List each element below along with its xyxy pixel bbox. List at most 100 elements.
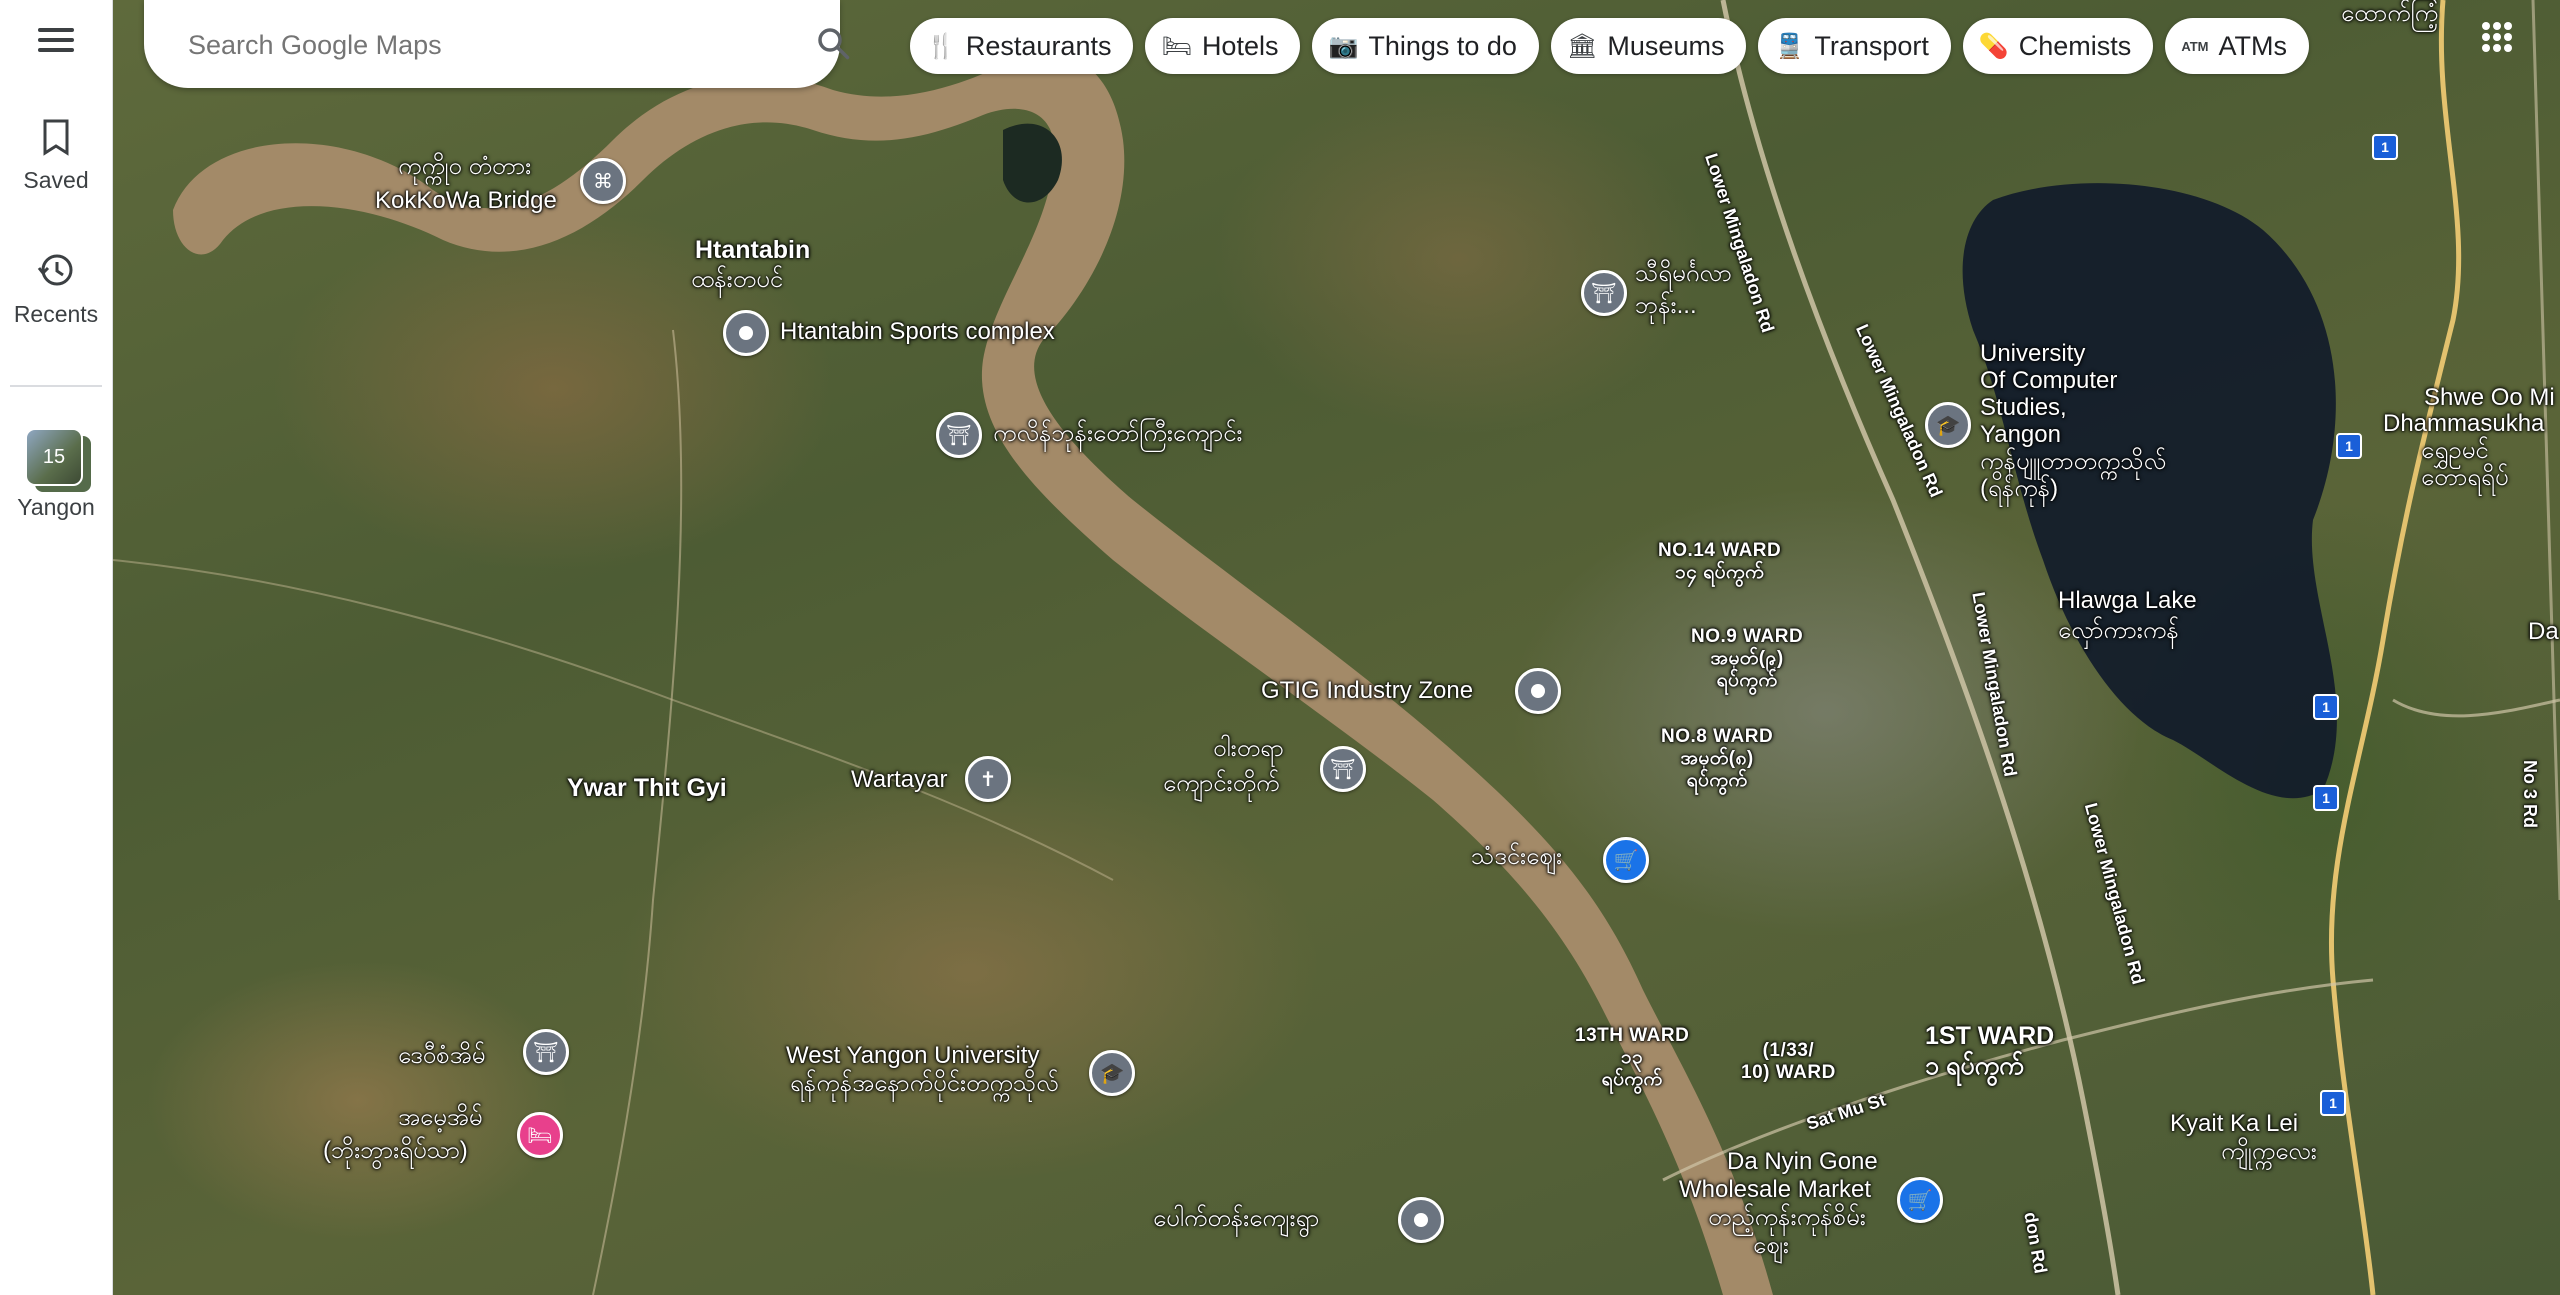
- amay-hotel-pin[interactable]: 🛏: [517, 1112, 563, 1158]
- route-shield-1: 1: [2372, 134, 2398, 160]
- search-input[interactable]: [186, 24, 750, 66]
- bridge-pin[interactable]: ⌘: [580, 158, 626, 204]
- search-icon[interactable]: [816, 26, 852, 62]
- ucsy-label-3: Studies,: [1980, 394, 2067, 421]
- amay-label-1: အမေ့အိမ်: [398, 1104, 483, 1131]
- chip-atms[interactable]: ATM ATMs: [2165, 18, 2310, 74]
- thiri-mingala-label-2: ဘုန်း...: [1635, 292, 1697, 319]
- ywar-thit-gyi-label: Ywar Thit Gyi: [567, 774, 727, 802]
- shwe-oo-min-label-1: Shwe Oo Mi: [2424, 384, 2555, 411]
- chip-label: Museums: [1607, 30, 1725, 61]
- recents-label: Recents: [13, 301, 99, 327]
- fork-knife-icon: 🍴: [926, 32, 956, 60]
- shwe-oo-min-label-2: Dhammasukha: [2383, 410, 2545, 437]
- htantabin-label-my: ထန်းတပင်: [691, 266, 784, 293]
- shopping-cart-icon: 🛒: [1613, 849, 1639, 872]
- camera-icon: 📷: [1328, 32, 1359, 60]
- kalein-monastery-pin[interactable]: ⛩: [936, 412, 982, 458]
- danyin-label-4: ဈေး: [1753, 1232, 1790, 1259]
- google-apps-icon[interactable]: [2482, 22, 2512, 52]
- ucsy-label-2: Of Computer: [1980, 367, 2118, 394]
- highway-1b: [2392, 698, 2560, 718]
- west-yangon-university-label-my: ရန်ကုန်အနောက်ပိုင်းတက္ကသိုလ်: [790, 1070, 1059, 1097]
- chip-hotels[interactable]: 🛏 Hotels: [1145, 18, 1301, 74]
- shwe-oo-min-label-my-2: တောရရိပ်: [2421, 464, 2509, 491]
- search-box: [144, 0, 952, 88]
- landmark-icon: ⛩: [1330, 758, 1356, 781]
- ward-1-33-10-label: (1/33/10) WARD: [1741, 1040, 1836, 1083]
- top-right-place-label: ထောက်ကြံ့: [2341, 0, 2439, 27]
- chip-label: ATMs: [2218, 30, 2288, 61]
- atm-icon: ATM: [2181, 38, 2209, 54]
- chip-museums[interactable]: 🏛 Museums: [1550, 18, 1747, 74]
- shwe-oo-min-label-my-1: ရွှေဥမင်: [2421, 437, 2489, 464]
- thiri-mingala-label-1: သီရိမင်္ဂလာ: [1635, 260, 1732, 287]
- shopping-cart-icon: 🛒: [1907, 1189, 1933, 1212]
- kyait-ka-lei-label-2: ကျိုက္ကလေး: [2221, 1138, 2317, 1165]
- thiri-mingala-pin[interactable]: ⛩: [1581, 270, 1627, 316]
- danyin-label-3: တည့်ကုန်းကုန်စိမ်း: [1708, 1204, 1866, 1231]
- htantabin-label: Htantabin: [695, 236, 811, 264]
- gtig-pin[interactable]: [1515, 668, 1561, 714]
- place-dot-icon: [1414, 1213, 1428, 1227]
- kokkowa-bridge-label-my: ကုက္ကိုဝ တံတား: [398, 153, 532, 180]
- route-shield-1: 1: [2336, 433, 2362, 459]
- ward-1st-label-1: 1ST WARD: [1925, 1022, 2055, 1050]
- danyin-market-pin[interactable]: 🛒: [1897, 1177, 1943, 1223]
- amay-label-2: (ဘိုးဘွားရိပ်သာ): [323, 1137, 468, 1164]
- ward-13-label: 13TH WARD ၁၃ ရပ်ကွက်: [1575, 1025, 1690, 1090]
- chip-label: Hotels: [1201, 30, 1279, 61]
- ward-1st-label-2: ၁ ရပ်ကွက်: [1925, 1052, 2024, 1080]
- chip-things-to-do[interactable]: 📷 Things to do: [1312, 18, 1539, 74]
- pharmacy-icon: 💊: [1978, 32, 2009, 60]
- recents-button[interactable]: Recents: [0, 250, 112, 328]
- chip-label: Transport: [1814, 30, 1929, 61]
- bed-icon: 🛏: [527, 1124, 553, 1147]
- sports-complex-pin[interactable]: [723, 310, 769, 356]
- history-icon: [37, 254, 73, 286]
- hamburger-icon: [38, 28, 74, 52]
- ward-14-label: NO.14 WARD ၁၄ ရပ်ကွက်: [1658, 540, 1782, 583]
- dezi-pin[interactable]: ⛩: [523, 1029, 569, 1075]
- landmark-icon: ⛩: [533, 1041, 559, 1064]
- watayar-monastery-label-1: ဝါးတရာ: [1213, 735, 1284, 762]
- ucsy-pin[interactable]: 🎓: [1925, 402, 1971, 448]
- thandin-market-pin[interactable]: 🛒: [1603, 837, 1649, 883]
- thandin-market-label: သံဒင်းဈေး: [1471, 843, 1563, 870]
- highway-1: [2328, 0, 2462, 1295]
- route-shield-1: 1: [2320, 1090, 2346, 1116]
- map-canvas[interactable]: ကုက္ကိုဝ တံတား KokKoWa Bridge ⌘ Htantabi…: [113, 0, 2560, 1295]
- watayar-monastery-pin[interactable]: ⛩: [1320, 746, 1366, 792]
- chip-transport[interactable]: 🚆 Transport: [1758, 18, 1951, 74]
- wartayar-pin[interactable]: ✝: [965, 756, 1011, 802]
- danyin-label-2: Wholesale Market: [1679, 1176, 1872, 1203]
- da-label: Da: [2528, 618, 2559, 645]
- west-yangon-university-label: West Yangon University: [786, 1042, 1040, 1069]
- wyu-pin[interactable]: 🎓: [1089, 1050, 1135, 1096]
- bridge-icon: ⌘: [593, 170, 613, 193]
- bookmark-icon: [43, 119, 69, 156]
- saved-button[interactable]: Saved: [0, 118, 112, 194]
- ucsy-label-4: Yangon: [1980, 421, 2061, 448]
- school-icon: 🎓: [1099, 1062, 1125, 1085]
- chip-label: Things to do: [1368, 30, 1517, 61]
- chip-restaurants[interactable]: 🍴 Restaurants: [910, 18, 1134, 74]
- rail-divider: [10, 385, 102, 387]
- ucsy-label-1: University: [1980, 340, 2086, 367]
- ucsy-label-my-2: (ရန်ကုန်): [1980, 475, 2059, 502]
- watayar-monastery-label-2: ကျောင်းတိုက်: [1163, 770, 1280, 797]
- train-icon: 🚆: [1774, 32, 1805, 60]
- recent-place-yangon[interactable]: 15 Yangon: [0, 428, 112, 521]
- church-icon: ✝: [979, 768, 997, 791]
- chip-chemists[interactable]: 💊 Chemists: [1962, 18, 2154, 74]
- kokkowa-bridge-label: KokKoWa Bridge: [375, 187, 557, 214]
- ward-9-label: NO.9 WARD အမှတ်(၉) ရပ်ကွက်: [1691, 626, 1804, 691]
- pauk-tan-village-label: ပေါက်တန်းကျေးရွာ: [1153, 1205, 1320, 1232]
- menu-button[interactable]: [0, 22, 112, 66]
- wartayar-label: Wartayar: [851, 766, 948, 793]
- pauk-tan-village-pin[interactable]: [1398, 1197, 1444, 1243]
- road-label-no3: No 3 Rd: [2520, 760, 2540, 829]
- place-dot-icon: [1531, 684, 1545, 698]
- landmark-icon: ⛩: [1591, 282, 1617, 305]
- museum-icon: 🏛: [1566, 32, 1598, 60]
